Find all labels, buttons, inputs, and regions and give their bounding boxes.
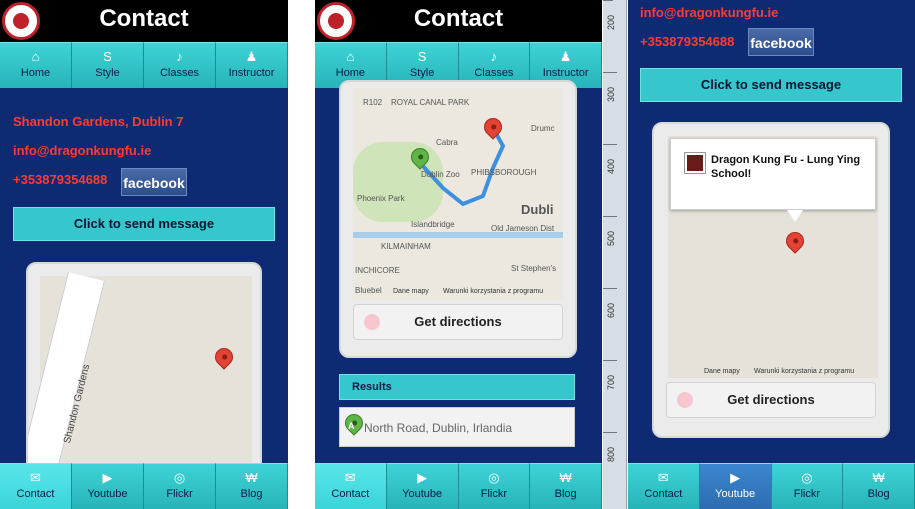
email-link[interactable]: info@dragonkungfu.ie <box>640 5 778 20</box>
info-window: Dragon Kung Fu - Lung Ying School! <box>670 138 876 210</box>
screen-content: info@dragonkungfu.ie +353879354688 faceb… <box>628 0 915 509</box>
mail-icon: ✉ <box>30 470 41 485</box>
flickr-icon: ◎ <box>801 470 813 485</box>
map-data-link[interactable]: Dane mapy <box>704 368 740 375</box>
ruler-label: 200 <box>606 14 616 30</box>
person-icon: ♟ <box>559 49 572 64</box>
info-window-title: Dragon Kung Fu - Lung Ying School! <box>711 154 861 180</box>
map-terms-link[interactable]: Warunki korzystania z programu <box>754 368 854 375</box>
person-icon: ♟ <box>245 49 258 64</box>
map-label: Phoenix Park <box>357 194 405 203</box>
ruler-label: 500 <box>606 230 616 246</box>
map-card: R102 ROYAL CANAL PARK Cabra Drumc Dublin… <box>339 80 577 358</box>
nav-style[interactable]: S Style <box>72 42 144 88</box>
map-label: Bluebel <box>355 286 382 295</box>
style-icon: S <box>103 49 112 64</box>
get-directions-button[interactable]: Get directions <box>353 304 563 340</box>
home-icon: ⌂ <box>31 49 40 64</box>
result-marker-label: A <box>348 421 355 431</box>
map-label: KILMAINHAM <box>381 242 431 251</box>
get-directions-button[interactable]: Get directions <box>666 382 876 418</box>
ruler-label: 800 <box>606 446 616 462</box>
search-icon <box>677 392 693 408</box>
page-title: Contact <box>99 5 189 32</box>
info-window-pointer <box>787 210 803 222</box>
map-label: INCHICORE <box>355 266 400 275</box>
flickr-icon: ◎ <box>488 470 500 485</box>
nav-contact[interactable]: ✉ Contact <box>0 463 72 509</box>
header: Contact <box>315 0 602 42</box>
bell-icon: ♪ <box>490 49 498 64</box>
map-label: Islandbridge <box>411 220 455 229</box>
blog-icon: ₩ <box>245 470 258 485</box>
bottom-nav: ✉ Contact ▶ Youtube ◎ Flickr ₩ Blog <box>628 463 915 509</box>
bell-icon: ♪ <box>176 49 183 64</box>
address-text: Shandon Gardens, Dublin 7 <box>13 114 184 129</box>
ruler-label: 300 <box>606 86 616 102</box>
map-label: Cabra <box>436 138 458 147</box>
nav-youtube[interactable]: ▶ Youtube <box>699 463 772 509</box>
nav-blog[interactable]: ₩ Blog <box>530 463 602 509</box>
send-message-button[interactable]: Click to send message <box>13 207 275 241</box>
nav-classes[interactable]: ♪ Classes <box>144 42 216 88</box>
youtube-icon: ▶ <box>730 470 741 485</box>
mail-icon: ✉ <box>657 470 669 485</box>
search-icon <box>364 314 380 330</box>
nav-youtube[interactable]: ▶ Youtube <box>386 463 459 509</box>
bottom-nav: ✉ Contact ▶ Youtube ◎ Flickr ₩ Blog <box>315 463 602 509</box>
map-label: Dubli <box>521 202 554 217</box>
ruler-label: 700 <box>606 374 616 390</box>
map-card: Dragon Kung Fu - Lung Ying School! Dane … <box>652 122 890 438</box>
blog-icon: ₩ <box>559 470 572 485</box>
header: Contact <box>0 0 288 42</box>
nav-youtube[interactable]: ▶ Youtube <box>72 463 144 509</box>
nav-instructor[interactable]: ♟ Instructor <box>216 42 288 88</box>
flickr-icon: ◎ <box>173 470 186 485</box>
youtube-icon: ▶ <box>102 470 113 485</box>
nav-contact[interactable]: ✉ Contact <box>628 463 700 509</box>
home-icon: ⌂ <box>346 49 355 64</box>
nav-flickr[interactable]: ◎ Flickr <box>771 463 844 509</box>
phone-link[interactable]: +353879354688 <box>13 172 107 187</box>
style-icon: S <box>417 49 427 64</box>
nav-blog[interactable]: ₩ Blog <box>216 463 288 509</box>
map-terms-link[interactable]: Warunki korzystania z programu <box>443 288 543 295</box>
send-message-button[interactable]: Click to send message <box>640 68 902 102</box>
nav-flickr[interactable]: ◎ Flickr <box>144 463 216 509</box>
map-label: Old Jameson Dist <box>491 224 555 233</box>
facebook-button[interactable]: facebook <box>121 168 187 196</box>
map-label: Drumc <box>531 124 555 133</box>
map-label: Dublin Zoo <box>421 170 460 179</box>
ruler-label: 400 <box>606 158 616 174</box>
phone-link[interactable]: +353879354688 <box>640 34 734 49</box>
mail-icon: ✉ <box>344 470 356 485</box>
screen-2: Contact ⌂ Home S Style ♪ Classes ♟ Instructo… <box>315 0 602 509</box>
map-data-link[interactable]: Dane mapy <box>393 288 429 295</box>
ruler: 200 300 400 500 600 700 800 <box>603 0 627 509</box>
map-card: Shandon Gardens <box>26 262 262 482</box>
nav-flickr[interactable]: ◎ Flickr <box>458 463 531 509</box>
email-link[interactable]: info@dragonkungfu.ie <box>13 143 151 158</box>
map-label: ROYAL CANAL PARK <box>391 98 470 107</box>
result-item[interactable]: A North Road, Dublin, Irlandia <box>339 407 575 447</box>
page-title: Contact <box>413 5 504 32</box>
school-logo-icon <box>684 152 706 174</box>
ruler-label: 600 <box>606 302 616 318</box>
youtube-icon: ▶ <box>417 470 428 485</box>
screen-1: Contact ⌂ Home S Style ♪ Classes ♟ Instructo… <box>0 0 288 509</box>
bottom-nav: ✉ Contact ▶ Youtube ◎ Flickr ₩ Blog <box>0 463 288 509</box>
results-header: Results <box>339 374 575 400</box>
blog-icon: ₩ <box>872 470 885 485</box>
nav-contact[interactable]: ✉ Contact <box>315 463 387 509</box>
result-address: North Road, Dublin, Irlandia <box>364 421 513 435</box>
nav-blog[interactable]: ₩ Blog <box>843 463 915 509</box>
map-label: St Stephen's <box>511 264 557 273</box>
top-nav: ⌂ Home S Style ♪ Classes ♟ Instructor <box>0 42 288 88</box>
facebook-button[interactable]: facebook <box>748 28 814 56</box>
map-label: R102 <box>363 98 383 107</box>
screen-3: 200 300 400 500 600 700 800 info@dragonk… <box>603 0 915 509</box>
nav-home[interactable]: ⌂ Home <box>0 42 72 88</box>
map-label: PHIBSBOROUGH <box>471 168 537 177</box>
